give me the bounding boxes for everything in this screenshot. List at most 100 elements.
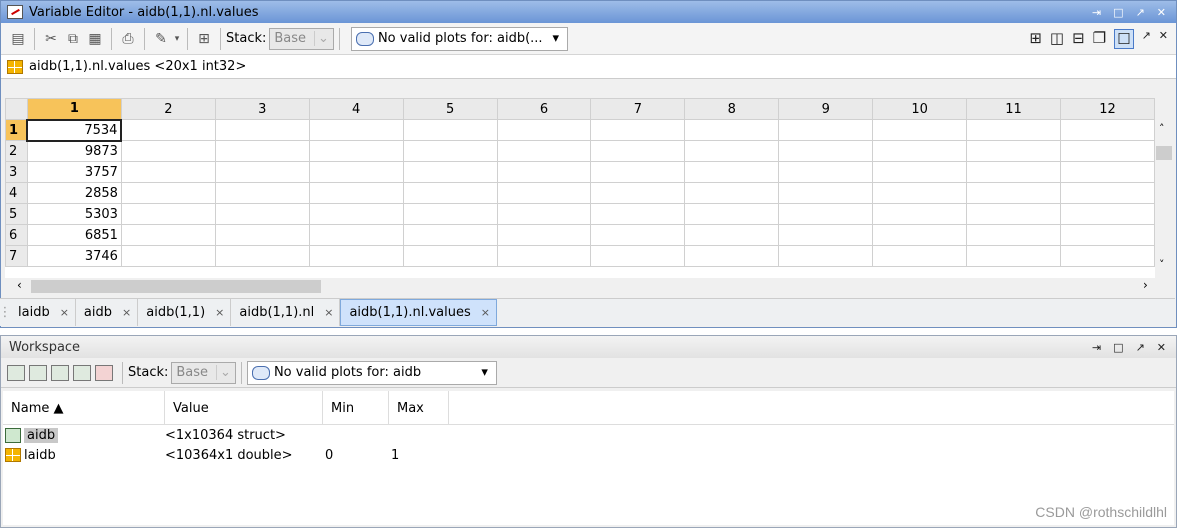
load-icon[interactable] — [51, 364, 69, 381]
undock-button[interactable]: ⇥ — [1092, 6, 1101, 19]
scroll-left-icon[interactable]: ‹ — [17, 278, 22, 292]
vertical-scrollbar[interactable]: ˄ ˅ — [1155, 120, 1173, 276]
cell[interactable] — [872, 224, 968, 246]
scroll-down-icon[interactable]: ˅ — [1159, 258, 1165, 271]
cell[interactable] — [120, 182, 216, 204]
document-tab[interactable]: laidb × — [10, 299, 76, 326]
close-tab-icon[interactable]: × — [324, 306, 333, 319]
cut-icon[interactable]: ✂ — [40, 28, 62, 50]
cell[interactable] — [872, 182, 968, 204]
cell[interactable] — [1059, 140, 1155, 162]
cell[interactable] — [872, 119, 968, 141]
cell[interactable] — [402, 245, 498, 267]
float-icon[interactable]: ❐ — [1093, 29, 1106, 49]
cell[interactable] — [308, 224, 404, 246]
col-header-value[interactable]: Value — [165, 391, 323, 424]
cell[interactable]: 3757 — [26, 161, 122, 183]
cell[interactable] — [496, 245, 592, 267]
cell[interactable] — [214, 203, 310, 225]
cell[interactable] — [496, 140, 592, 162]
ws-stack-combo[interactable]: Base ⌄ — [171, 361, 236, 384]
cell[interactable] — [872, 203, 968, 225]
copy-icon[interactable]: ⧉ — [62, 28, 84, 50]
cell[interactable] — [684, 203, 780, 225]
cell[interactable] — [966, 182, 1061, 204]
cell[interactable] — [1059, 245, 1155, 267]
row-header[interactable]: 1 — [5, 119, 28, 141]
cell[interactable] — [1059, 119, 1155, 141]
cell[interactable] — [872, 161, 968, 183]
cell[interactable] — [214, 140, 310, 162]
cell[interactable] — [684, 119, 780, 141]
cell[interactable] — [684, 224, 780, 246]
cell[interactable] — [1059, 161, 1155, 183]
column-header[interactable]: 3 — [214, 98, 310, 120]
cell[interactable] — [590, 224, 686, 246]
col-header-max[interactable]: Max — [389, 391, 449, 424]
column-header[interactable]: 10 — [872, 98, 968, 120]
cell[interactable] — [966, 245, 1061, 267]
cell[interactable] — [778, 161, 874, 183]
cell[interactable] — [684, 182, 780, 204]
ws-close-button[interactable]: ✕ — [1157, 341, 1166, 354]
cell[interactable] — [308, 203, 404, 225]
close-tab-icon[interactable]: × — [60, 306, 69, 319]
close-button[interactable]: ✕ — [1157, 6, 1166, 19]
cell[interactable] — [496, 203, 592, 225]
cell[interactable] — [590, 203, 686, 225]
delete-icon[interactable] — [95, 364, 113, 381]
cell[interactable] — [308, 119, 404, 141]
column-header[interactable]: 5 — [402, 98, 498, 120]
close-tab-icon[interactable]: × — [481, 306, 490, 319]
new-variable-icon[interactable] — [7, 364, 25, 381]
cell[interactable] — [214, 161, 310, 183]
cell[interactable] — [214, 224, 310, 246]
scroll-up-icon[interactable]: ˄ — [1159, 122, 1165, 135]
document-tab[interactable]: aidb × — [76, 299, 139, 326]
maximize-button[interactable]: □ — [1113, 6, 1123, 19]
cell[interactable] — [778, 119, 874, 141]
cell[interactable] — [214, 245, 310, 267]
cell[interactable] — [496, 224, 592, 246]
tile-columns-icon[interactable]: ◫ — [1050, 29, 1064, 49]
maximize-doc-icon[interactable]: ☐ — [1114, 28, 1134, 49]
brush-dropdown-icon[interactable]: ▾ — [172, 28, 182, 50]
cell[interactable] — [308, 140, 404, 162]
column-header[interactable]: 9 — [778, 98, 874, 120]
cell[interactable] — [966, 161, 1061, 183]
ws-maximize-button[interactable]: □ — [1113, 341, 1123, 354]
cell[interactable] — [590, 182, 686, 204]
ws-undock-button[interactable]: ⇥ — [1092, 341, 1101, 354]
cell[interactable] — [1059, 203, 1155, 225]
close-doc-icon[interactable]: ✕ — [1159, 29, 1168, 49]
cell[interactable] — [590, 119, 686, 141]
brush-icon[interactable]: ✎ — [150, 28, 172, 50]
ws-plot-selector[interactable]: No valid plots for: aidb ▾ — [246, 360, 497, 385]
cell[interactable]: 7534 — [26, 118, 123, 142]
column-header[interactable]: 12 — [1059, 98, 1155, 120]
cell[interactable] — [590, 140, 686, 162]
open-variable-icon[interactable] — [29, 364, 47, 381]
print-icon[interactable]: ⎙ — [117, 28, 139, 50]
data-grid[interactable]: 1 2 3 4 5 6 7 8 9 10 11 12 1 7534 2 9873 3 3757 4 2858 5 530… — [5, 98, 1155, 278]
cell[interactable] — [120, 224, 216, 246]
cell[interactable] — [120, 161, 216, 183]
close-tab-icon[interactable]: × — [122, 306, 131, 319]
column-header[interactable]: 6 — [496, 98, 592, 120]
cell[interactable] — [966, 119, 1061, 141]
column-header[interactable]: 4 — [308, 98, 404, 120]
row-header[interactable]: 3 — [5, 161, 28, 183]
save-icon[interactable] — [73, 364, 91, 381]
cell[interactable] — [120, 203, 216, 225]
ws-minimize-button[interactable]: ↗ — [1136, 341, 1145, 354]
cell[interactable]: 5303 — [26, 203, 122, 225]
scroll-right-icon[interactable]: › — [1143, 278, 1148, 292]
close-tab-icon[interactable]: × — [215, 306, 224, 319]
row-header[interactable]: 6 — [5, 224, 28, 246]
new-from-selection-icon[interactable]: ⊞ — [193, 28, 215, 50]
plot-selector[interactable]: No valid plots for: aidb(... ▾ — [350, 26, 569, 51]
cell[interactable]: 2858 — [26, 182, 122, 204]
cell[interactable] — [1059, 224, 1155, 246]
undock-doc-icon[interactable]: ↗ — [1142, 29, 1151, 49]
cell[interactable] — [308, 161, 404, 183]
